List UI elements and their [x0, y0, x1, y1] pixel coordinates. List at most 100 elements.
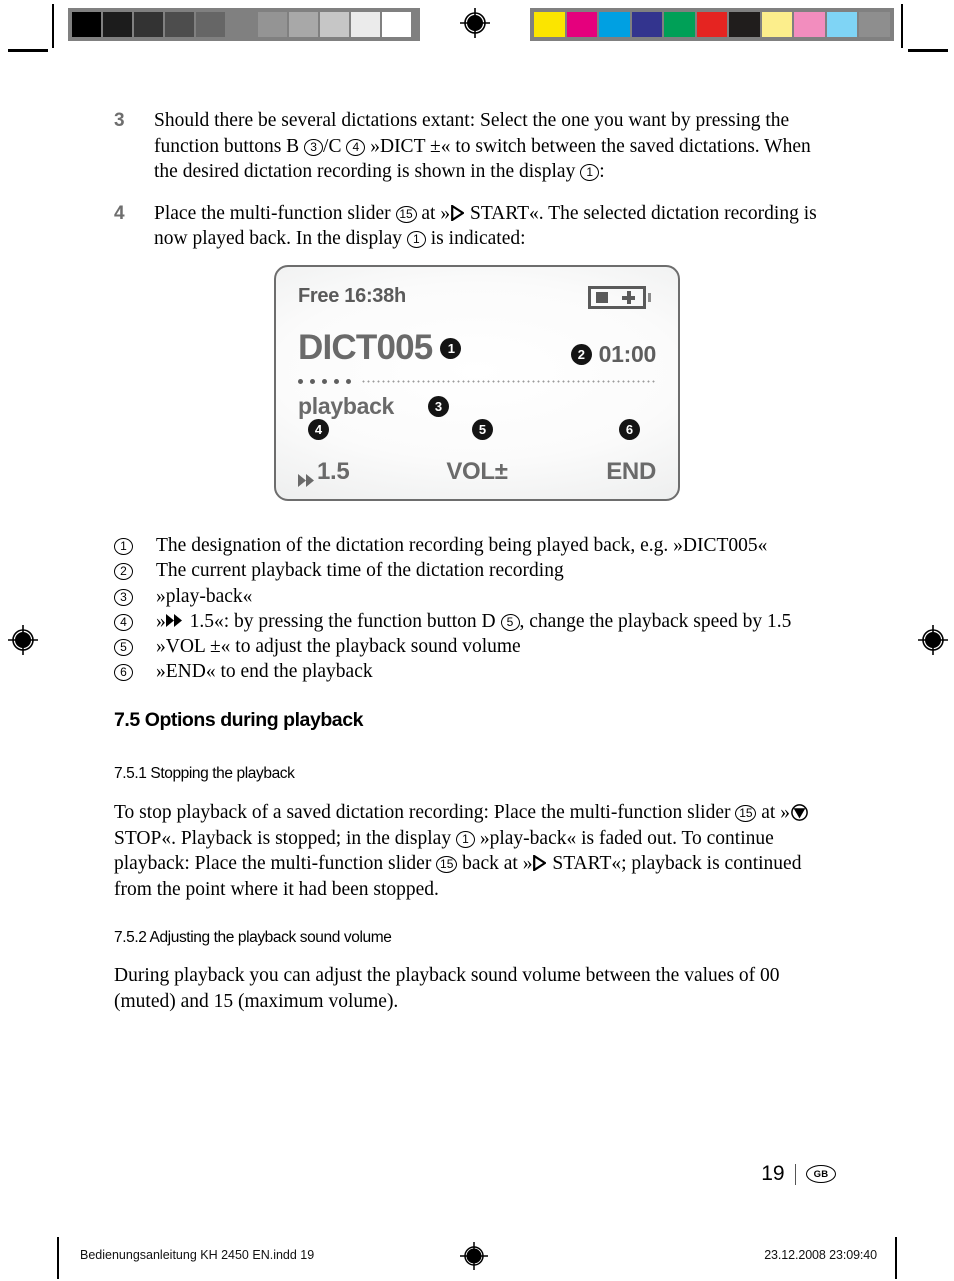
color-swatch-bar: [530, 8, 894, 41]
fast-forward-icon: [165, 609, 184, 627]
paragraph-adjusting-volume: During playback you can adjust the playb…: [114, 965, 780, 1012]
registration-mark-top: [460, 8, 490, 38]
softkey-speed-label: 1.5: [317, 458, 350, 485]
callout-legend-list: 1 The designation of the dictation recor…: [114, 533, 854, 685]
progress-dot: [346, 378, 351, 384]
step-item: 3 Should there be several dictations ext…: [114, 108, 838, 185]
stop-icon: [791, 803, 808, 821]
registration-mark-left: [8, 625, 38, 655]
circled-number-4: 4: [346, 138, 366, 156]
source-file-name: Bedienungsanleitung KH 2450 EN.indd 19: [80, 1248, 315, 1262]
color-swatch-2: [133, 11, 164, 38]
color-swatch-8: [793, 11, 826, 38]
color-swatch-10: [858, 11, 892, 38]
color-swatch-9: [350, 11, 381, 38]
registration-mark-bottom: [460, 1242, 488, 1273]
crop-mark-right: [901, 4, 903, 48]
footer-divider: [794, 1163, 796, 1185]
grayscale-swatch-bar: [68, 8, 420, 41]
circled-number-1: 1: [580, 164, 600, 181]
color-swatch-0: [533, 11, 566, 38]
color-swatch-5: [695, 11, 729, 38]
circled-number-5: 5: [500, 613, 520, 631]
step-number: 3: [114, 110, 125, 131]
callout-badge-3: 3: [428, 396, 450, 417]
page-number: 19: [761, 1162, 785, 1185]
circled-number-15: 15: [735, 805, 757, 822]
numbered-steps: 3 Should there be several dictations ext…: [114, 108, 838, 268]
lcd-progress-bar: [298, 377, 656, 385]
lcd-softkey-callouts: 4 5 6: [298, 419, 656, 441]
lcd-display-illustration: Free 16:38h DICT005 1 2 01:00 playback 3…: [274, 265, 680, 501]
legend-item: 2 The current playback time of the dicta…: [114, 558, 854, 583]
circled-number-2: 2: [114, 563, 133, 581]
fast-forward-icon: [298, 466, 316, 487]
lcd-playback-time: 01:00: [598, 341, 657, 367]
color-swatch-7: [760, 11, 794, 38]
color-swatch-1: [102, 11, 133, 38]
circled-number-1: 1: [406, 231, 426, 248]
circled-number-3: 3: [304, 138, 324, 156]
color-swatch-10: [381, 11, 412, 38]
color-swatch-5: [226, 11, 257, 38]
subsection-heading-7-5-2: 7.5.2 Adjusting the playback sound volum…: [114, 929, 392, 946]
progress-remaining-dots: [361, 379, 656, 383]
circled-number-15: 15: [395, 205, 417, 223]
legend-item: 6 »END« to end the playback: [114, 659, 854, 684]
lcd-screen: Free 16:38h DICT005 1 2 01:00 playback 3…: [274, 265, 680, 501]
callout-badge-1: 1: [440, 337, 462, 359]
legend-key: 4: [114, 609, 156, 634]
lcd-playback-time-group: 2 01:00: [570, 341, 657, 368]
progress-dot: [322, 378, 327, 384]
softkey-speed[interactable]: 1.5: [298, 458, 350, 487]
color-swatch-6: [257, 11, 288, 38]
progress-dot: [310, 378, 315, 384]
trim-mark-top-left: [8, 49, 48, 52]
subsection-heading-7-5-1: 7.5.1 Stopping the playback: [114, 765, 295, 782]
trim-mark-top-right: [908, 49, 948, 52]
battery-icon: [588, 286, 652, 309]
lcd-free-memory-label: Free 16:38h: [298, 285, 406, 307]
legend-key: 5: [114, 634, 156, 659]
callout-badge-6: 6: [619, 419, 640, 440]
color-swatch-8: [319, 11, 350, 38]
print-calibration-strip: [0, 0, 954, 60]
circled-number-5: 5: [114, 639, 133, 657]
lcd-dictation-name: DICT005: [298, 328, 433, 367]
lcd-dictation-name-group: DICT005 1: [298, 328, 462, 368]
section-heading-7-5: 7.5 Options during playback: [114, 709, 363, 731]
paragraph-stopping-playback: To stop playback of a saved dictation re…: [114, 800, 830, 902]
print-timestamp: 23.12.2008 23:09:40: [764, 1248, 877, 1262]
softkey-end-label[interactable]: END: [606, 458, 656, 486]
legend-text: The designation of the dictation recordi…: [156, 535, 768, 556]
lcd-softkey-labels: 1.5 VOL± END: [298, 458, 656, 487]
callout-badge-5: 5: [472, 419, 493, 440]
legend-key: 6: [114, 659, 156, 684]
callout-badge-4: 4: [308, 419, 329, 440]
color-swatch-4: [195, 11, 226, 38]
softkey-volume-label[interactable]: VOL±: [446, 458, 508, 486]
legend-text: »VOL ±« to adjust the playback sound vol…: [156, 636, 521, 658]
legend-text: »END« to end the playback: [156, 661, 373, 683]
color-swatch-3: [164, 11, 195, 38]
callout-badge-2: 2: [570, 344, 592, 365]
lcd-status-label: playback: [298, 393, 395, 419]
print-production-footer: Bedienungsanleitung KH 2450 EN.indd 19 2…: [57, 1237, 897, 1280]
circled-number-4: 4: [114, 613, 133, 631]
step-number: 4: [114, 202, 125, 224]
legend-text: » 1.5«: by pressing the function button …: [156, 609, 792, 632]
crop-mark-left: [52, 4, 54, 48]
crop-mark-bottom-left: [57, 1237, 59, 1279]
circled-number-15: 15: [436, 856, 458, 874]
registration-mark-right: [918, 625, 948, 655]
legend-item: 5 »VOL ±« to adjust the playback sound v…: [114, 634, 854, 659]
step-item: 4 Place the multi-function slider 15 at …: [114, 201, 838, 252]
color-swatch-7: [288, 11, 319, 38]
color-swatch-0: [71, 11, 102, 38]
color-swatch-9: [825, 11, 859, 38]
legend-key: 1: [114, 533, 156, 558]
color-swatch-4: [663, 11, 696, 38]
color-swatch-1: [565, 11, 599, 38]
crop-mark-bottom-right: [895, 1237, 897, 1279]
page-footer: 19 GB: [761, 1162, 836, 1186]
